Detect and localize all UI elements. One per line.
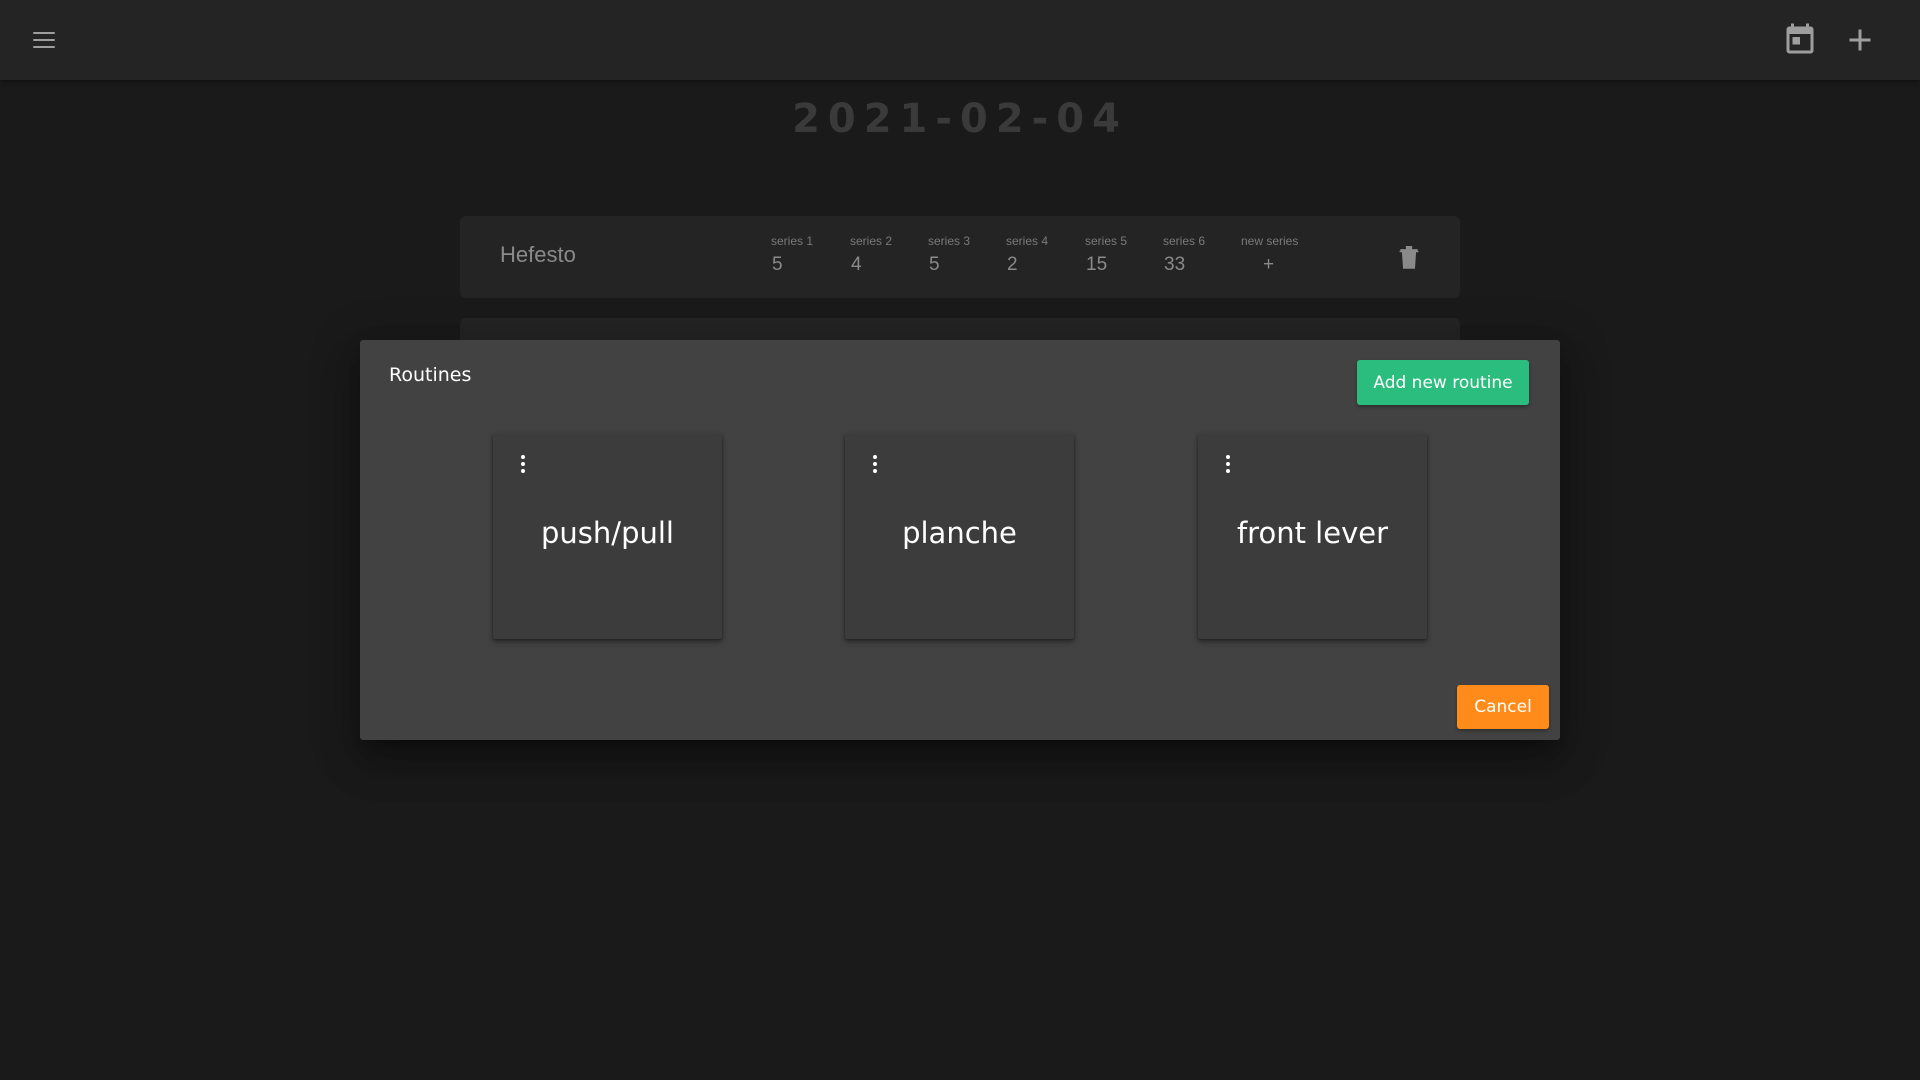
series-value: 4 — [851, 254, 862, 275]
exercise-card: Hefesto series 1 5 series 2 4 series 3 5… — [460, 216, 1460, 298]
add-new-routine-button[interactable]: Add new routine — [1357, 360, 1529, 405]
trash-icon[interactable] — [1398, 244, 1420, 270]
series-label: series 1 — [771, 234, 814, 248]
cancel-button[interactable]: Cancel — [1457, 685, 1549, 729]
series-column[interactable]: series 5 15 — [1085, 234, 1127, 276]
series-column[interactable]: series 4 2 — [1006, 234, 1048, 276]
series-value: 2 — [1007, 254, 1018, 275]
series-label: series 6 — [1163, 234, 1206, 248]
routine-card[interactable]: push/pull — [493, 434, 722, 639]
series-label: series 2 — [850, 234, 893, 248]
new-series-label: new series — [1241, 234, 1299, 248]
routine-name: front lever — [1236, 516, 1389, 550]
app-bar — [0, 0, 1920, 80]
series-value: 15 — [1086, 254, 1108, 275]
routine-card[interactable]: planche — [845, 434, 1074, 639]
routines-dialog: Routines Add new routine push/pull planc… — [360, 340, 1560, 740]
calendar-icon[interactable] — [1782, 22, 1818, 58]
series-value: 5 — [929, 254, 940, 275]
series-value: 33 — [1164, 254, 1186, 275]
routine-name: push/pull — [541, 516, 674, 550]
series-column[interactable]: series 6 33 — [1163, 234, 1205, 276]
more-vert-icon[interactable] — [865, 452, 885, 476]
routine-card[interactable]: front lever — [1198, 434, 1427, 639]
series-column[interactable]: series 1 5 — [771, 234, 813, 276]
series-label: series 5 — [1085, 234, 1128, 248]
routine-name: planche — [902, 516, 1017, 550]
series-label: series 3 — [928, 234, 971, 248]
more-vert-icon[interactable] — [513, 452, 533, 476]
series-column[interactable]: series 2 4 — [850, 234, 892, 276]
series-value: 5 — [772, 254, 783, 275]
new-series-button[interactable]: new series + — [1241, 234, 1298, 276]
series-label: series 4 — [1006, 234, 1049, 248]
date-title: 2021-02-04 — [792, 96, 1128, 142]
menu-icon[interactable] — [24, 24, 64, 56]
more-vert-icon[interactable] — [1218, 452, 1238, 476]
plus-icon: + — [1263, 254, 1275, 275]
series-column[interactable]: series 3 5 — [928, 234, 970, 276]
add-icon[interactable] — [1842, 22, 1878, 58]
dialog-title: Routines — [389, 364, 472, 386]
exercise-name: Hefesto — [500, 242, 576, 267]
